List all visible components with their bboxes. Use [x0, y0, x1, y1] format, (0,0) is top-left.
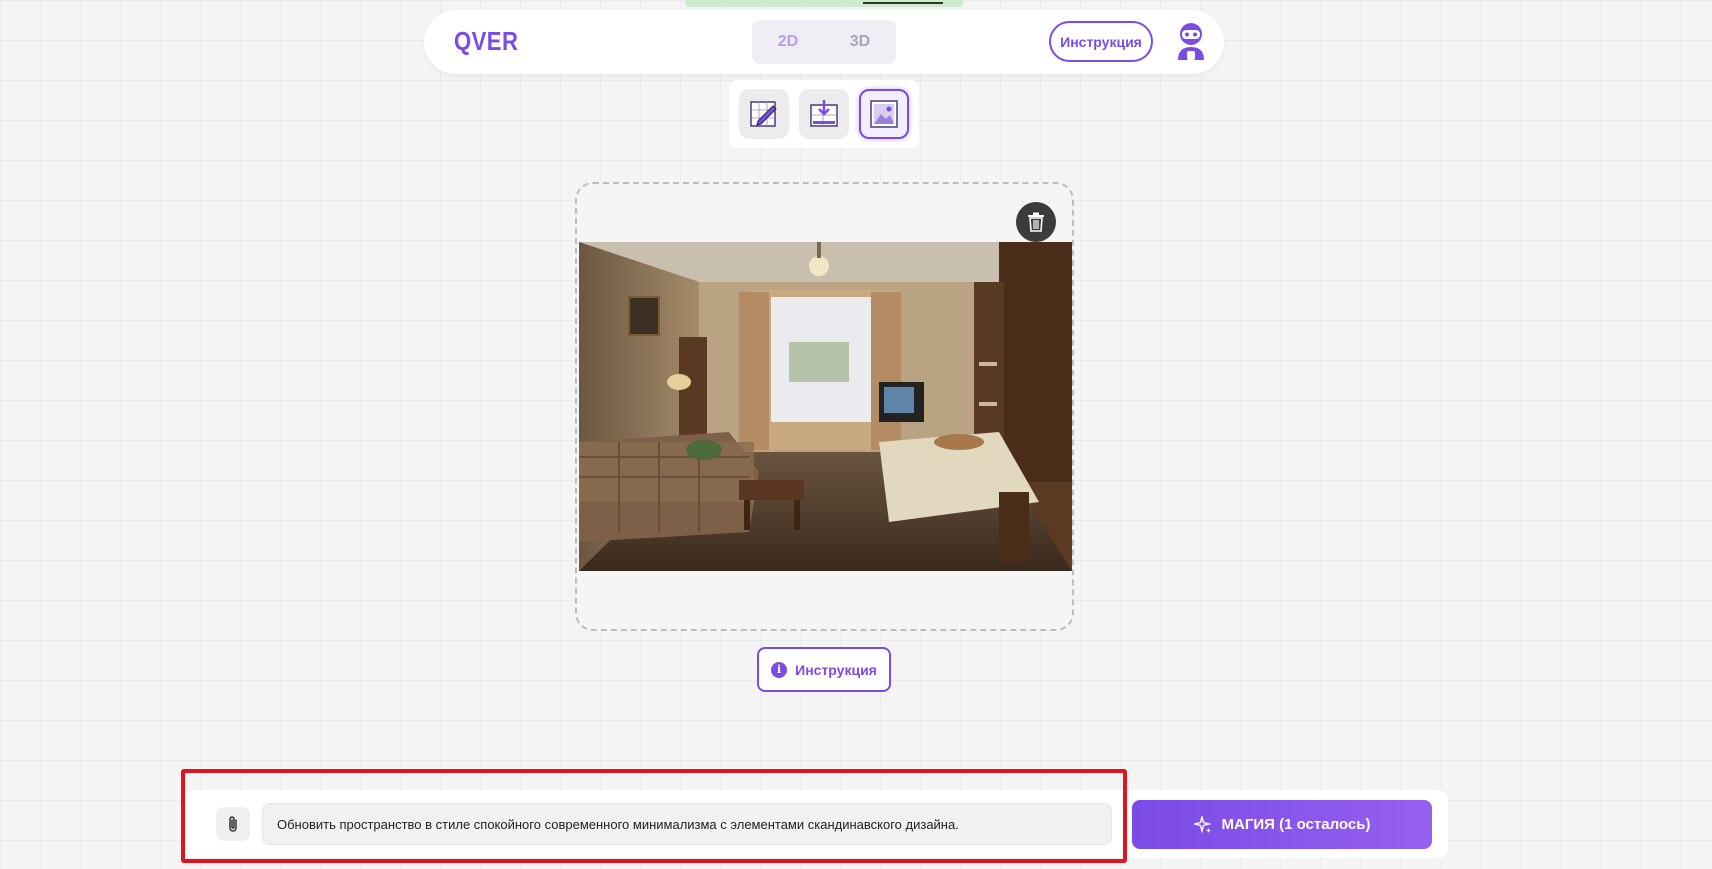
mode-3d-button[interactable]: 3D [824, 20, 896, 64]
attach-button[interactable] [216, 807, 250, 841]
download-plan-icon [810, 100, 838, 127]
download-plan-tool[interactable] [799, 89, 849, 139]
prompt-input[interactable] [262, 803, 1112, 845]
top-header: QVER 2D 3D Инструкция [424, 10, 1224, 74]
info-icon: i [771, 661, 788, 678]
robot-avatar-icon[interactable] [1170, 20, 1212, 62]
image-redesign-icon [870, 100, 898, 128]
prompt-bar: МАГИЯ (1 осталось) [184, 790, 1448, 858]
image-redesign-tool[interactable] [859, 89, 909, 139]
top-notice-banner [685, 0, 963, 7]
logo[interactable]: QVER [454, 26, 518, 57]
notice-link[interactable] [863, 2, 943, 4]
delete-image-button[interactable] [1016, 202, 1056, 242]
magic-submit-button[interactable]: МАГИЯ (1 осталось) [1132, 800, 1432, 849]
magic-submit-label: МАГИЯ (1 осталось) [1221, 816, 1371, 833]
instruction-button-header[interactable]: Инструкция [1049, 21, 1153, 62]
mode-switch: 2D 3D [752, 20, 896, 64]
image-upload-zone[interactable] [575, 182, 1074, 631]
pencil-edit-tool[interactable] [739, 89, 789, 139]
trash-icon [1028, 212, 1044, 232]
pencil-edit-icon [750, 101, 777, 127]
sparkle-icon [1193, 815, 1212, 834]
paperclip-icon [229, 816, 237, 832]
room-photo [579, 242, 1072, 571]
instruction-label: Инструкция [795, 661, 877, 678]
instruction-button[interactable]: i Инструкция [757, 647, 891, 692]
tool-panel [729, 80, 919, 148]
mode-2d-button[interactable]: 2D [752, 20, 824, 64]
